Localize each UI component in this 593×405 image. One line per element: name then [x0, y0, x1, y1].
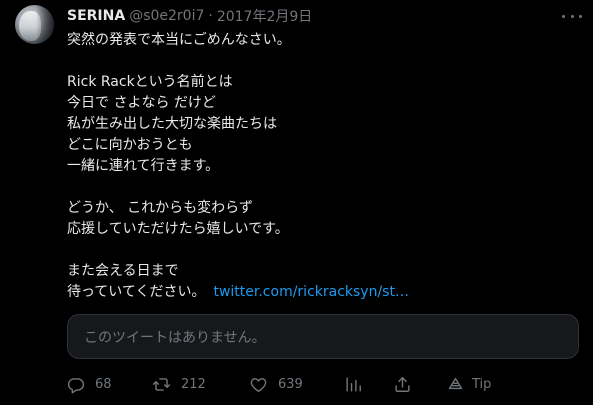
tweet-line: 今日で さよなら だけど: [67, 95, 216, 111]
display-name[interactable]: SERINA: [67, 8, 125, 24]
user-handle[interactable]: @s0e2r0i7: [129, 8, 204, 24]
tweet-line: どうか、 これからも変わらず: [67, 200, 253, 216]
avatar[interactable]: [15, 5, 54, 44]
heart-icon: [249, 375, 268, 394]
tweet-header: SERINA @s0e2r0i7 · 2017年2月9日: [67, 6, 312, 26]
tweet-line: 突然の発表で本当にごめんなさい。: [67, 32, 291, 48]
reply-icon: [66, 375, 85, 394]
tweet-date[interactable]: 2017年2月9日: [217, 6, 312, 26]
tip-button[interactable]: Tip: [446, 372, 491, 396]
tweet-line: 一緒に連れて行きます。: [67, 158, 220, 174]
tweet-line: 応援していただけたら嬉しいです。: [67, 221, 289, 237]
retweet-button[interactable]: 212: [152, 372, 206, 396]
retweet-icon: [152, 375, 171, 394]
tweet-text: 突然の発表で本当にごめんなさい。 Rick Rackという名前とは 今日で さよ…: [67, 30, 577, 303]
reply-button[interactable]: 68: [66, 372, 112, 396]
analytics-button[interactable]: [344, 372, 363, 396]
tweet-line: 待っていてください。 twitter.com/rickracksyn/st…: [67, 282, 577, 303]
analytics-icon: [344, 375, 363, 394]
reply-count: 68: [95, 376, 112, 392]
retweet-count: 212: [181, 376, 206, 392]
tip-label: Tip: [472, 376, 492, 392]
separator: ·: [208, 8, 213, 24]
tweet-actions: 68 212 639 Tip: [66, 372, 506, 396]
tweet-line: どこに向かおうとも: [67, 137, 193, 153]
unavailable-quote-tweet: このツイートはありません。: [67, 314, 579, 359]
tweet-link[interactable]: twitter.com/rickracksyn/st…: [213, 284, 409, 300]
like-button[interactable]: 639: [249, 372, 303, 396]
tweet-line: また会える日まで: [67, 263, 179, 279]
share-icon: [393, 375, 412, 394]
tweet-line: 私が生み出した大切な楽曲たちは: [67, 116, 277, 132]
tweet[interactable]: SERINA @s0e2r0i7 · 2017年2月9日 突然の発表で本当にごめ…: [0, 0, 593, 405]
share-button[interactable]: [393, 372, 412, 396]
unavailable-quote-text: このツイートはありません。: [84, 329, 266, 346]
tweet-line-text: 待っていてください。: [67, 284, 206, 300]
like-count: 639: [278, 376, 303, 392]
tip-icon: [446, 375, 465, 394]
more-horizontal-icon[interactable]: [562, 7, 582, 25]
tweet-line: Rick Rackという名前とは: [67, 74, 233, 90]
